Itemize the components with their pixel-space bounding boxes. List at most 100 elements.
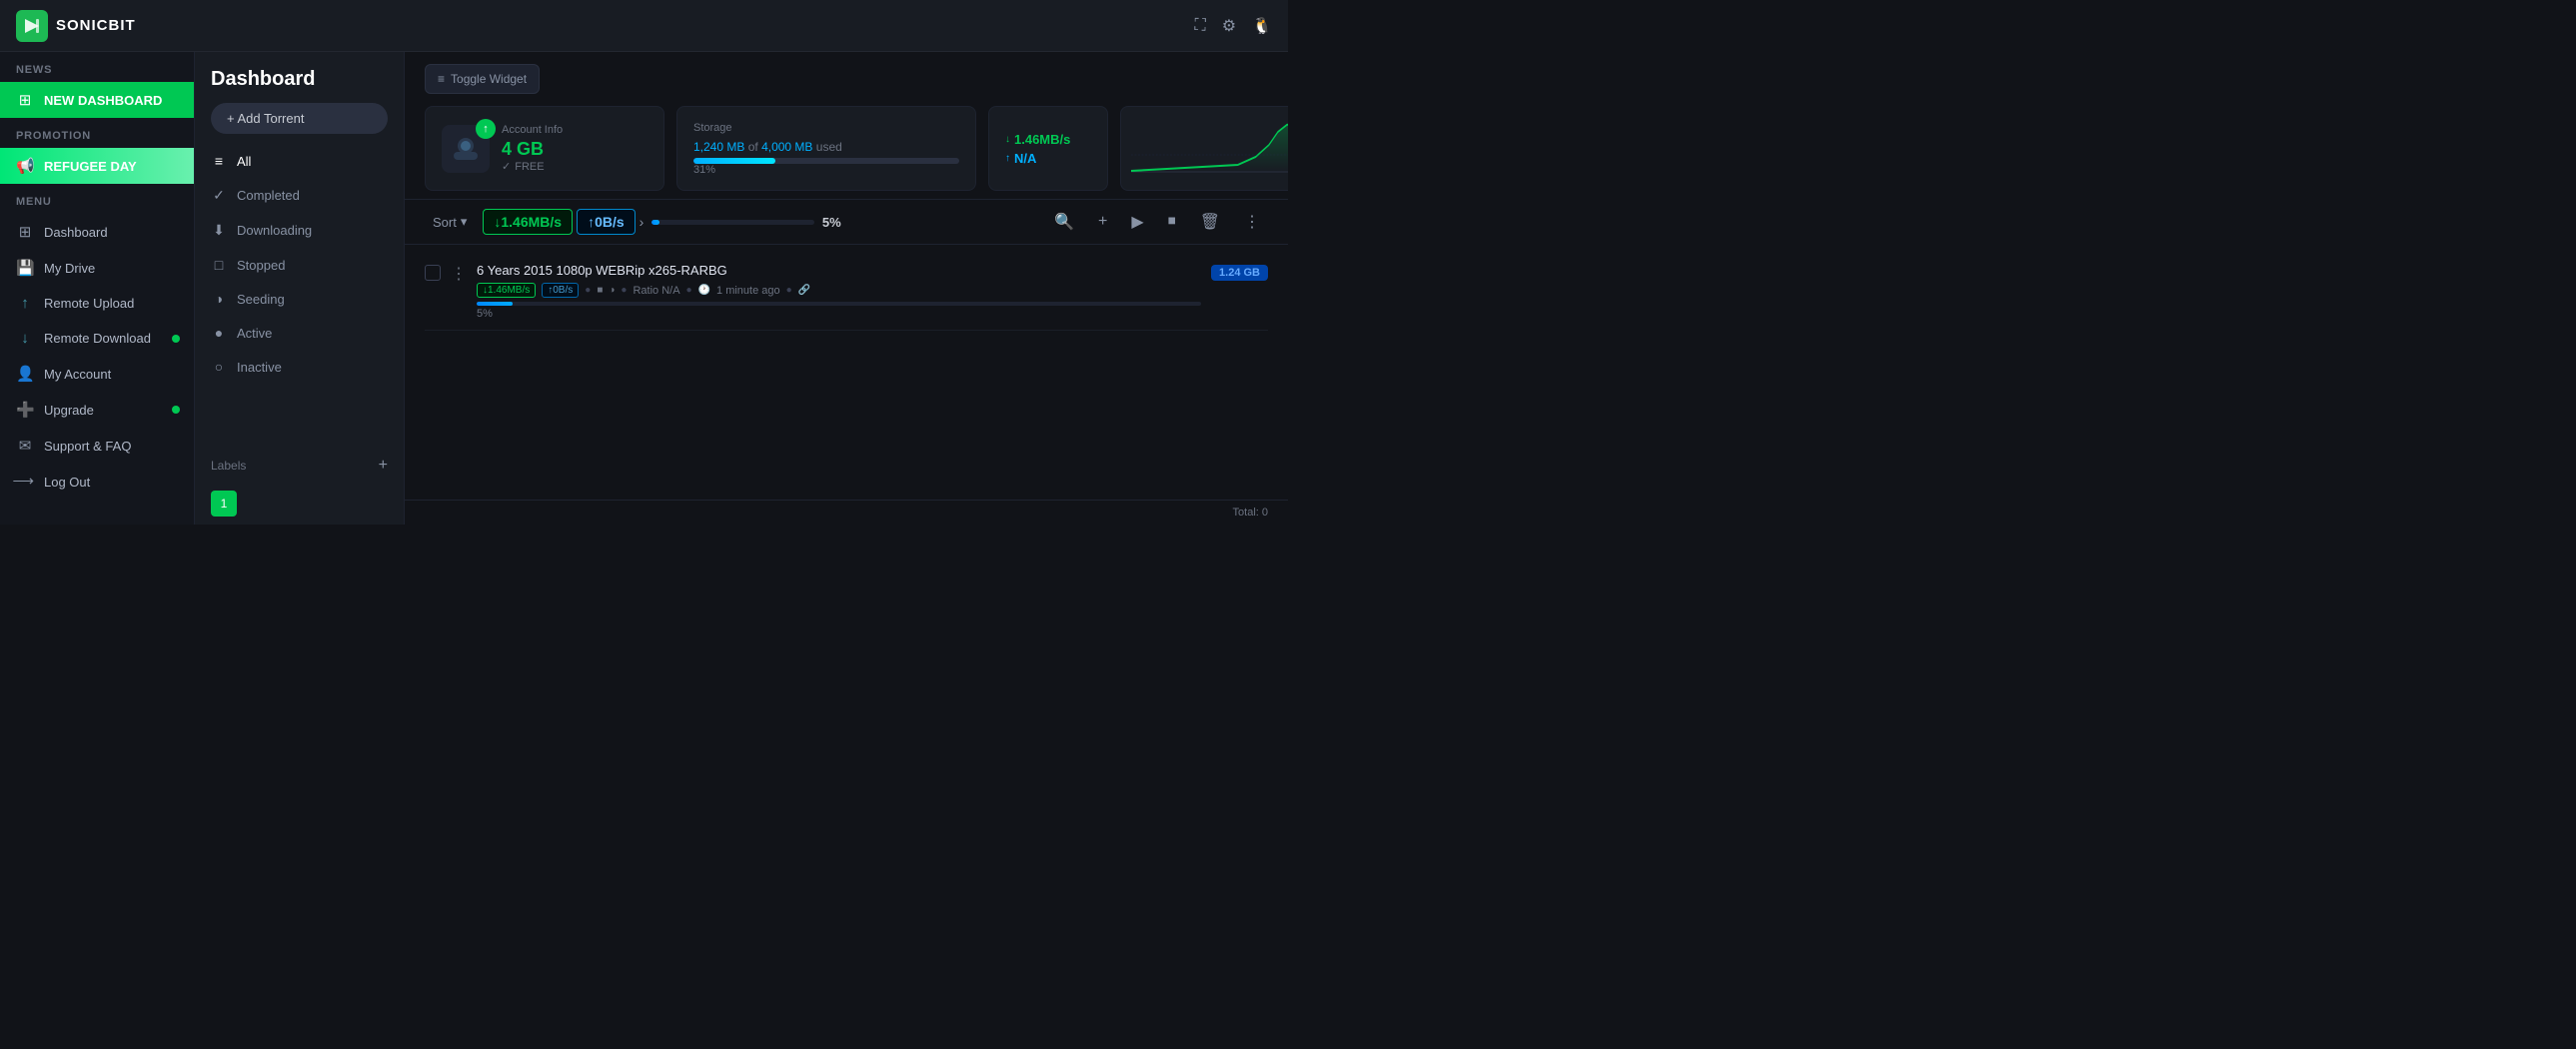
sidebar-section-news: News	[0, 52, 194, 82]
toggle-widget-icon: ≡	[438, 72, 445, 86]
promotion-icon: 📢	[16, 157, 34, 175]
drive-icon: 💾	[16, 259, 34, 277]
total-label: Total: 0	[405, 500, 1288, 524]
speed-expand-icon[interactable]: ›	[640, 214, 644, 230]
middle-sidebar: Dashboard + Add Torrent ≡ All ✓ Complete…	[195, 52, 405, 524]
torrent-controls: Sort ▾ ↓1.46MB/s ↑0B/s › 5% 🔍 + ▶ ⏹ 🗑	[405, 200, 1288, 245]
filter-completed[interactable]: ✓ Completed	[195, 178, 404, 213]
speed-badges: ↓1.46MB/s ↑0B/s ›	[483, 209, 644, 235]
delete-button[interactable]: 🗑	[1192, 208, 1228, 236]
separator-dot-4: ●	[786, 285, 792, 296]
account-free: ✓ FREE	[502, 160, 563, 173]
sidebar-item-remote-upload[interactable]: ↑ Remote Upload	[0, 286, 194, 321]
sidebar-item-logout[interactable]: ⟵ Log Out	[0, 464, 194, 500]
user-avatar-icon[interactable]: 🐧	[1252, 16, 1272, 36]
overall-progress: 5%	[651, 215, 840, 230]
speed-badge-upload: ↑0B/s	[577, 209, 636, 235]
external-link-icon[interactable]: 🔗	[798, 285, 810, 296]
top-header: SONICBIT ⛶ ⚙ 🐧	[0, 0, 1288, 52]
filter-downloading[interactable]: ⬇ Downloading	[195, 213, 404, 248]
down-arrow-icon: ↓	[1005, 134, 1010, 145]
clock-icon: ◑	[609, 285, 615, 296]
speed-down-widget: ↓ 1.46MB/s ↑ N/A	[988, 106, 1108, 191]
torrent-meta: ↓1.46MB/s ↑0B/s ● ■ ◑ ● Ratio N/A ● 🕐 1 …	[477, 283, 1201, 298]
filter-inactive-label: Inactive	[237, 360, 282, 375]
sort-button[interactable]: Sort ▾	[425, 210, 475, 234]
downloading-icon: ⬇	[211, 222, 227, 239]
sidebar-item-upgrade[interactable]: ➕ Upgrade	[0, 392, 194, 428]
add-torrent-button[interactable]: + Add Torrent	[211, 103, 388, 134]
account-widget: ↑ Account Info 4 GB ✓ FREE	[425, 106, 664, 191]
torrent-list: ⋮ 6 Years 2015 1080p WEBRip x265-RARBG ↓…	[405, 245, 1288, 500]
labels-label: Labels	[211, 459, 246, 473]
filter-inactive[interactable]: ○ Inactive	[195, 350, 404, 384]
content-header: ≡ Toggle Widget	[405, 52, 1288, 106]
sidebar-item-dashboard[interactable]: ⊞ Dashboard	[0, 214, 194, 250]
free-check-icon: ✓	[502, 160, 511, 173]
sort-label: Sort	[433, 215, 457, 230]
settings-icon[interactable]: ⚙	[1222, 16, 1236, 36]
toggle-widget-button[interactable]: ≡ Toggle Widget	[425, 64, 540, 94]
torrent-menu-icon[interactable]: ⋮	[451, 264, 467, 284]
search-button[interactable]: 🔍	[1046, 208, 1082, 236]
sidebar-label-support: Support & FAQ	[44, 439, 131, 454]
filter-completed-label: Completed	[237, 188, 300, 203]
filter-stopped-label: Stopped	[237, 258, 285, 273]
logout-icon: ⟵	[16, 473, 34, 491]
sidebar-item-remote-download[interactable]: ↓ Remote Download	[0, 321, 194, 356]
add-torrent-icon-button[interactable]: +	[1090, 209, 1115, 235]
account-info: Account Info 4 GB ✓ FREE	[502, 124, 563, 173]
sidebar-label-my-account: My Account	[44, 367, 111, 382]
dashboard-icon: ⊞	[16, 91, 34, 109]
torrent-time-ago: 1 minute ago	[716, 285, 780, 297]
sidebar-item-my-account[interactable]: 👤 My Account	[0, 356, 194, 392]
labels-add-button[interactable]: +	[379, 457, 388, 475]
sidebar-section-promotion: Promotion	[0, 118, 194, 148]
pause-button[interactable]: ⏹	[1160, 209, 1184, 235]
account-gb: 4 GB	[502, 139, 563, 160]
upload-icon: ↑	[16, 295, 34, 312]
expand-icon[interactable]: ⛶	[1195, 17, 1206, 35]
logo-text: SONICBIT	[56, 17, 136, 34]
sidebar-item-label-promotion: REFUGEE DAY	[44, 159, 137, 174]
separator-dot-1: ●	[585, 285, 591, 296]
widgets-row: ↑ Account Info 4 GB ✓ FREE Storage 1,240…	[405, 106, 1288, 200]
torrent-ratio: Ratio N/A	[633, 285, 679, 297]
remote-download-badge	[172, 335, 180, 343]
logo-area: SONICBIT	[16, 10, 206, 42]
play-button[interactable]: ▶	[1123, 208, 1151, 236]
filter-all[interactable]: ≡ All	[195, 144, 404, 178]
torrent-progress-fill	[477, 302, 513, 306]
sidebar-label-my-drive: My Drive	[44, 261, 95, 276]
torrent-progress-bar	[477, 302, 1201, 306]
filter-stopped[interactable]: □ Stopped	[195, 248, 404, 282]
storage-widget: Storage 1,240 MB of 4,000 MB used 31%	[676, 106, 976, 191]
filter-seeding-label: Seeding	[237, 292, 285, 307]
sidebar-label-dashboard: Dashboard	[44, 225, 108, 240]
sidebar-item-my-drive[interactable]: 💾 My Drive	[0, 250, 194, 286]
filter-seeding[interactable]: ◑ Seeding	[195, 282, 404, 316]
completed-icon: ✓	[211, 187, 227, 204]
filter-active[interactable]: ● Active	[195, 316, 404, 350]
torrent-speed-up: ↑0B/s	[542, 283, 579, 298]
sidebar-item-refugee-day[interactable]: 📢 REFUGEE DAY	[0, 148, 194, 184]
sidebar-item-support[interactable]: ✉ Support & FAQ	[0, 428, 194, 464]
speed-chart	[1131, 117, 1288, 177]
pagination: 1	[195, 483, 404, 524]
speed-badge-download: ↓1.46MB/s	[483, 209, 573, 235]
storage-text: 1,240 MB of 4,000 MB used	[693, 140, 842, 154]
speed-up-indicator: ↑ N/A	[1005, 151, 1091, 166]
page-1-button[interactable]: 1	[211, 491, 237, 517]
torrent-checkbox[interactable]	[425, 265, 441, 281]
upgrade-icon: ➕	[16, 401, 34, 419]
sidebar-item-new-dashboard[interactable]: ⊞ NEW DASHBOARD	[0, 82, 194, 118]
account-icon-wrap: ↑	[442, 125, 490, 173]
storage-total: 4,000 MB	[761, 140, 812, 154]
more-options-button[interactable]: ⋮	[1236, 208, 1268, 236]
table-row: ⋮ 6 Years 2015 1080p WEBRip x265-RARBG ↓…	[425, 253, 1268, 331]
inactive-icon: ○	[211, 359, 227, 375]
page-title: Dashboard	[211, 68, 388, 91]
account-icon: 👤	[16, 365, 34, 383]
header-actions: ⛶ ⚙ 🐧	[1195, 16, 1272, 36]
free-label: FREE	[515, 161, 544, 173]
